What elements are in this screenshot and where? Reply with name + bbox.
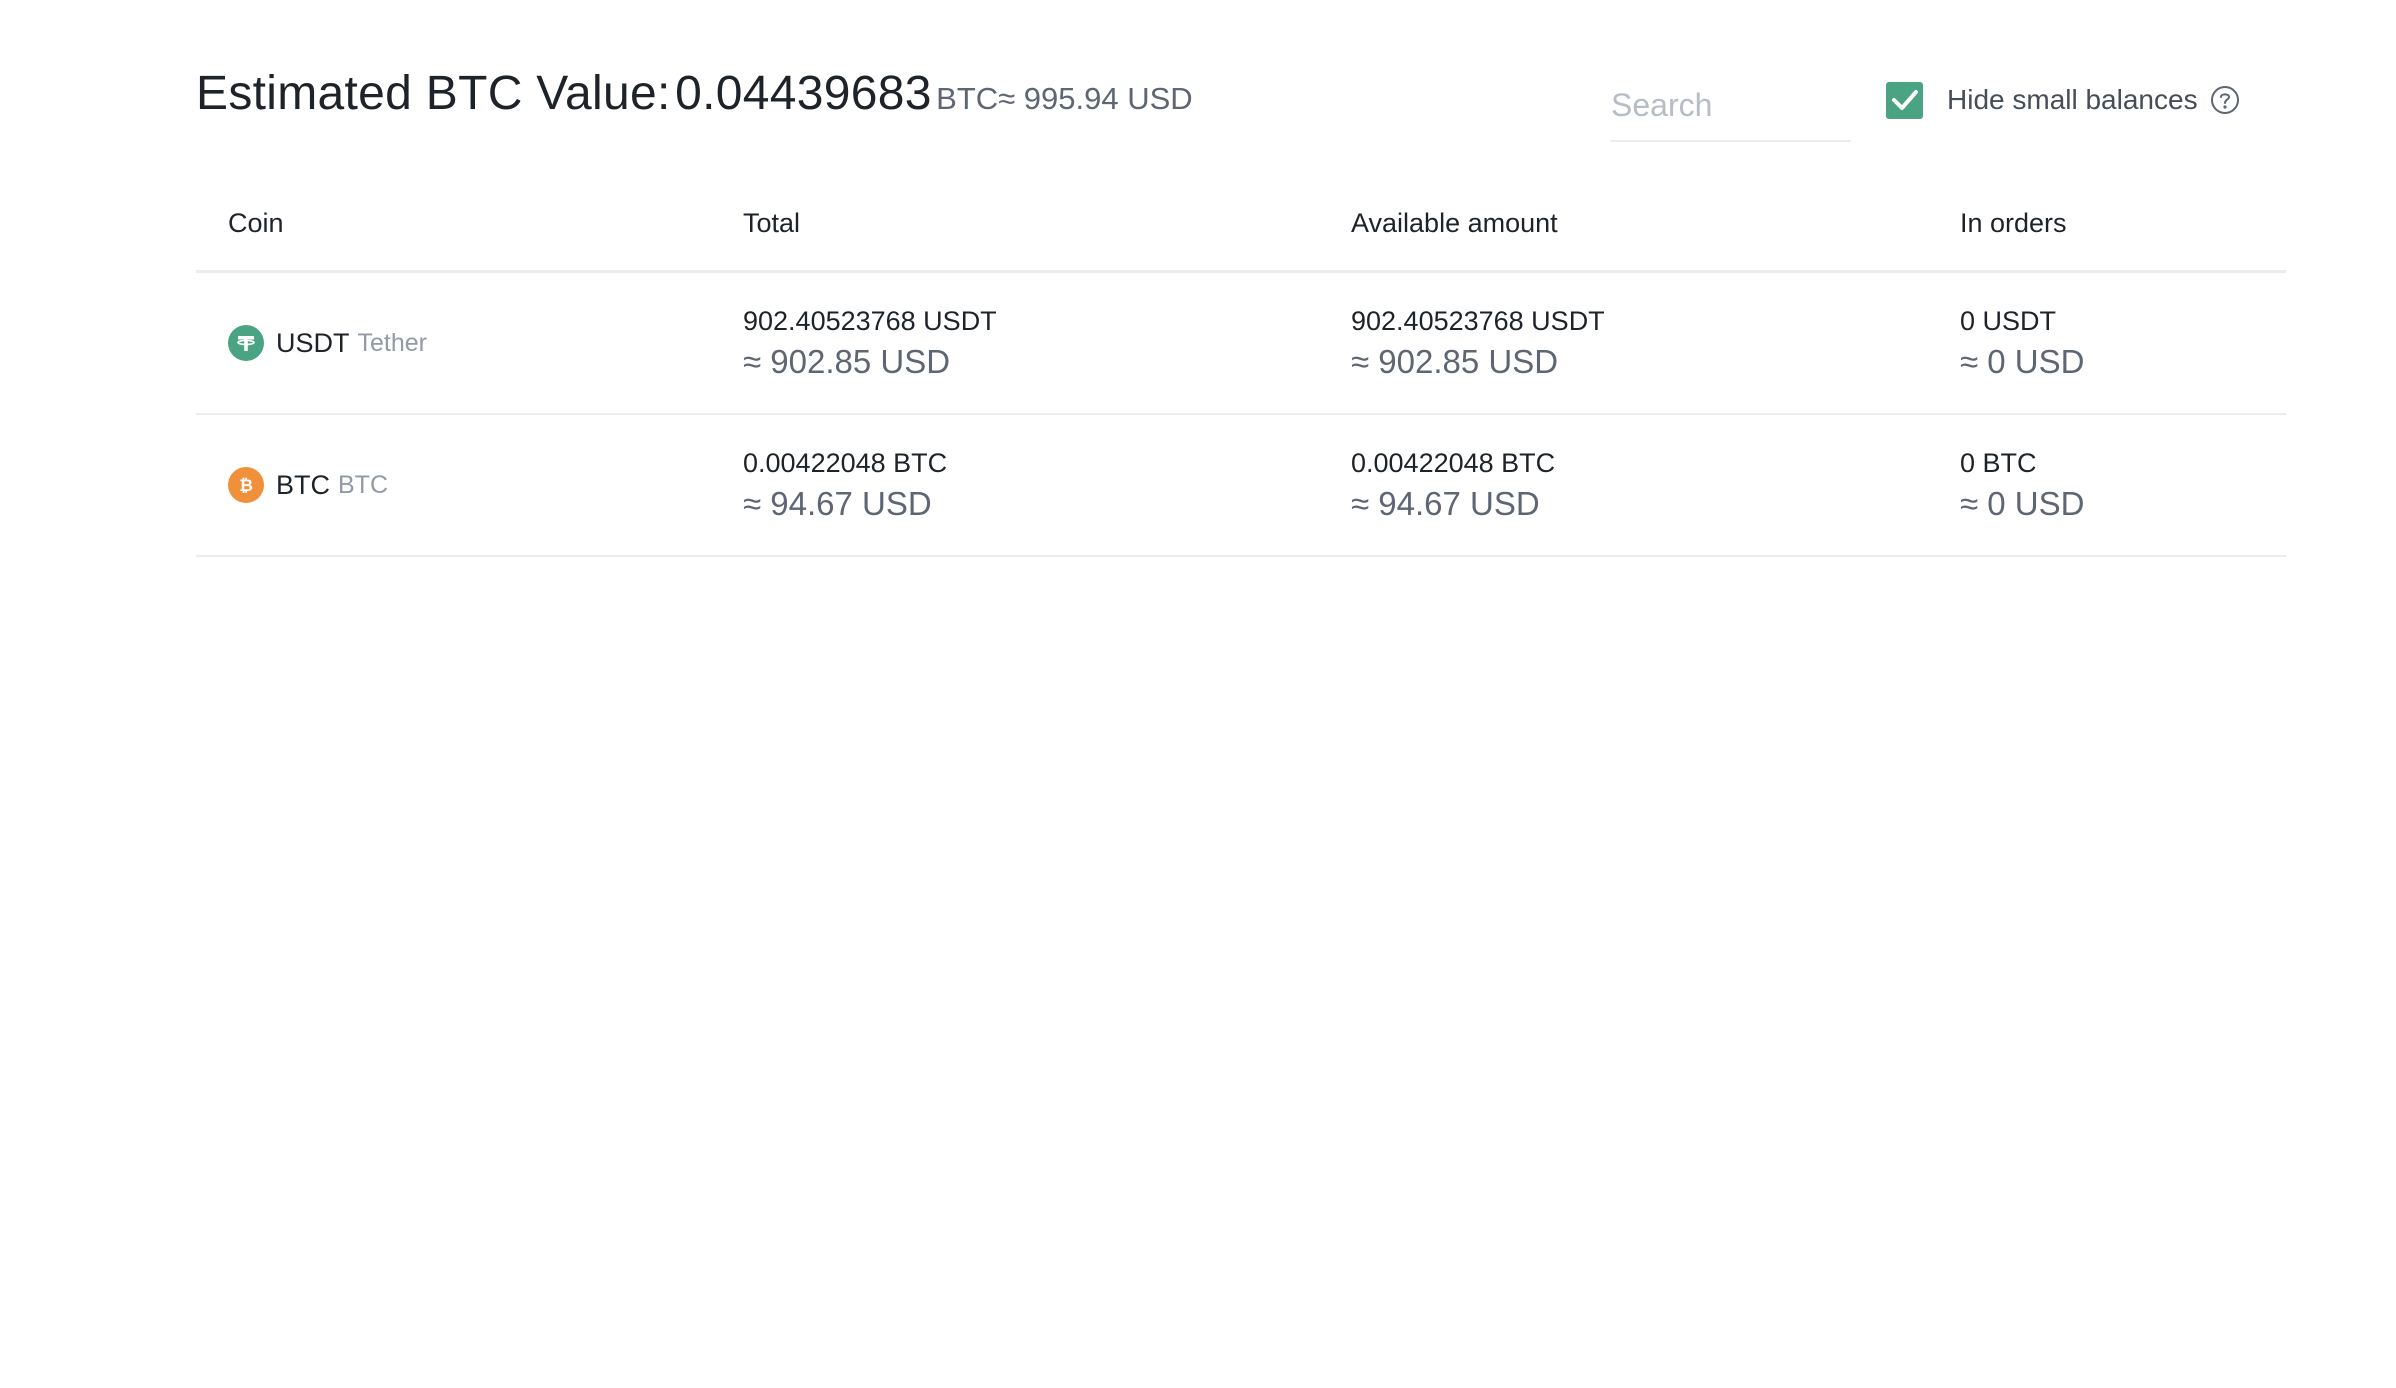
in-orders-amount: 0 USDT <box>1960 306 2057 336</box>
coin-name: BTC <box>338 470 388 499</box>
svg-text:₿: ₿ <box>239 476 253 496</box>
estimate-value: 0.04439683 <box>675 67 932 120</box>
available-cell: 0.00422048 BTC ≈ 94.67 USD <box>1351 445 1555 527</box>
coin-cell: ₿ BTC BTC <box>228 467 388 503</box>
header: Estimated BTC Value: 0.04439683 BTC≈ 995… <box>196 64 2286 144</box>
balances-page: Estimated BTC Value: 0.04439683 BTC≈ 995… <box>0 0 2396 1388</box>
total-cell: 902.40523768 USDT ≈ 902.85 USD <box>743 303 997 385</box>
hide-small-balances: Hide small balances <box>1886 80 2240 120</box>
available-usd: ≈ 94.67 USD <box>1351 485 1540 522</box>
available-amount: 0.00422048 BTC <box>1351 448 1556 478</box>
in-orders-cell: 0 USDT ≈ 0 USD <box>1960 303 2084 385</box>
available-cell: 902.40523768 USDT ≈ 902.85 USD <box>1351 303 1605 385</box>
help-icon[interactable] <box>2210 85 2240 115</box>
column-header-available[interactable]: Available amount <box>1351 208 1558 239</box>
in-orders-cell: 0 BTC ≈ 0 USD <box>1960 445 2084 527</box>
available-amount: 902.40523768 USDT <box>1351 306 1605 336</box>
balances-table: Coin Total Available amount In orders US… <box>196 190 2286 557</box>
table-row[interactable]: ₿ BTC BTC 0.00422048 BTC ≈ 94.67 USD 0.0… <box>196 415 2286 557</box>
column-header-coin[interactable]: Coin <box>228 208 284 239</box>
table-header: Coin Total Available amount In orders <box>196 190 2286 273</box>
table-row[interactable]: USDT Tether 902.40523768 USDT ≈ 902.85 U… <box>196 273 2286 415</box>
bitcoin-icon: ₿ <box>228 467 264 503</box>
column-header-in-orders[interactable]: In orders <box>1960 208 2067 239</box>
total-cell: 0.00422048 BTC ≈ 94.67 USD <box>743 445 947 527</box>
total-usd: ≈ 902.85 USD <box>743 343 951 380</box>
coin-symbol: USDT <box>276 327 350 358</box>
tether-icon <box>228 325 264 361</box>
estimate-unit: BTC <box>936 81 999 116</box>
in-orders-usd: ≈ 0 USD <box>1960 485 2085 522</box>
hide-small-balances-label[interactable]: Hide small balances <box>1947 84 2198 116</box>
column-header-total[interactable]: Total <box>743 208 800 239</box>
coin-symbol: BTC <box>276 469 330 500</box>
estimated-btc-value: Estimated BTC Value: 0.04439683 BTC≈ 995… <box>196 64 1193 135</box>
in-orders-usd: ≈ 0 USD <box>1960 343 2085 380</box>
coin-name: Tether <box>357 328 427 357</box>
total-usd: ≈ 94.67 USD <box>743 485 932 522</box>
coin-cell: USDT Tether <box>228 325 427 361</box>
estimate-usd: ≈ 995.94 USD <box>998 81 1193 116</box>
in-orders-amount: 0 BTC <box>1960 448 2037 478</box>
available-usd: ≈ 902.85 USD <box>1351 343 1559 380</box>
estimate-label: Estimated BTC Value: <box>196 67 671 120</box>
hide-small-balances-checkbox[interactable] <box>1886 81 1923 119</box>
checkmark-icon <box>1891 90 1918 110</box>
total-amount: 0.00422048 BTC <box>743 448 948 478</box>
total-amount: 902.40523768 USDT <box>743 306 997 336</box>
search-input[interactable] <box>1611 70 1851 142</box>
